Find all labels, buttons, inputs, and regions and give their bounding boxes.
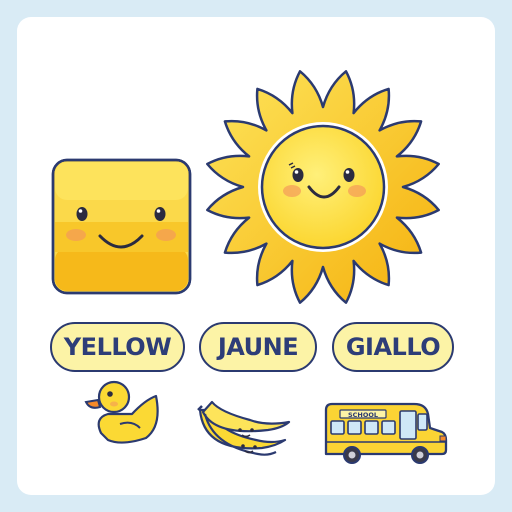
school-bus-icon: SCHOOL — [324, 402, 448, 464]
word-english: YELLOW — [50, 322, 185, 372]
rubber-duck-icon — [84, 380, 159, 444]
sun-icon — [206, 70, 440, 304]
smiling-square-icon — [51, 158, 192, 295]
word-french: JAUNE — [199, 322, 317, 372]
bananas-icon — [197, 400, 291, 456]
bus-sign: SCHOOL — [348, 411, 378, 419]
illustration-layer: SCHOOL — [51, 70, 448, 464]
word-italian: GIALLO — [332, 322, 454, 372]
